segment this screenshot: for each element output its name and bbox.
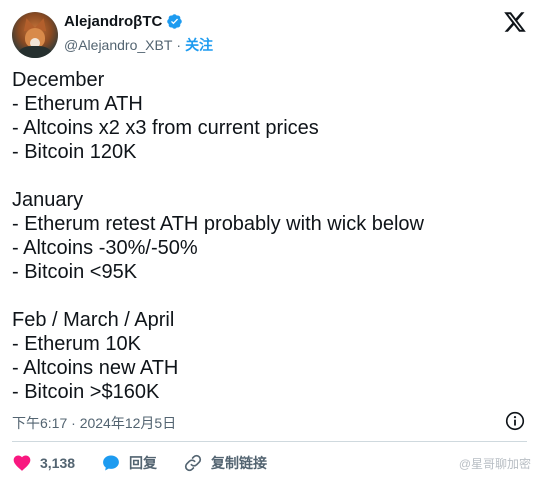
watermark-text: @星哥聊加密	[458, 457, 531, 471]
heart-icon	[13, 455, 31, 471]
divider	[12, 441, 527, 442]
reply-button[interactable]: 回复	[101, 453, 157, 473]
tweet-line: - Altcoins -30%/-50%	[12, 237, 198, 259]
tweet-header: AlejandroβTC @Alejandro_XBT · 关注	[12, 10, 527, 58]
action-bar: 3,138 回复 复制链接	[12, 452, 293, 474]
x-logo-icon[interactable]	[503, 10, 527, 34]
author-handle[interactable]: @Alejandro_XBT	[64, 37, 172, 53]
watermark: @星哥聊加密	[459, 455, 531, 472]
like-button[interactable]: 3,138	[12, 453, 75, 473]
verified-badge-icon	[166, 13, 183, 30]
author-name-row: AlejandroβTC	[64, 13, 183, 30]
tweet-line: - Altcoins new ATH	[12, 357, 179, 379]
tweet-line: - Bitcoin >$160K	[12, 381, 160, 403]
avatar[interactable]	[12, 12, 58, 58]
reply-icon	[103, 455, 119, 471]
tweet-line: - Etherum ATH	[12, 93, 143, 115]
tweet-line: - Bitcoin <95K	[12, 261, 138, 283]
tweet-line: - Etherum retest ATH probably with wick …	[12, 213, 425, 235]
tweet-line: - Bitcoin 120K	[12, 141, 137, 163]
tweet-line: January	[12, 189, 84, 211]
tweet-line: Feb / March / April	[12, 309, 175, 331]
tweet-line: - Etherum 10K	[12, 333, 141, 355]
tweet-text: December - Etherum ATH - Altcoins x2 x3 …	[12, 68, 527, 404]
follow-button[interactable]: 关注	[185, 35, 213, 55]
author-handle-row: @Alejandro_XBT · 关注	[64, 35, 213, 55]
separator-dot: ·	[176, 37, 182, 53]
tweet-line: December	[12, 69, 105, 91]
author-display-name[interactable]: AlejandroβTC	[64, 13, 162, 30]
like-count: 3,138	[40, 455, 76, 471]
info-icon[interactable]	[505, 411, 525, 431]
link-icon	[184, 454, 202, 472]
reply-label: 回复	[129, 455, 158, 471]
copy-link-button[interactable]: 复制链接	[183, 453, 267, 473]
tweet-line: - Altcoins x2 x3 from current prices	[12, 117, 319, 139]
tweet-timestamp[interactable]: 下午6:17 · 2024年12月5日	[12, 413, 176, 433]
copy-link-label: 复制链接	[211, 455, 268, 471]
